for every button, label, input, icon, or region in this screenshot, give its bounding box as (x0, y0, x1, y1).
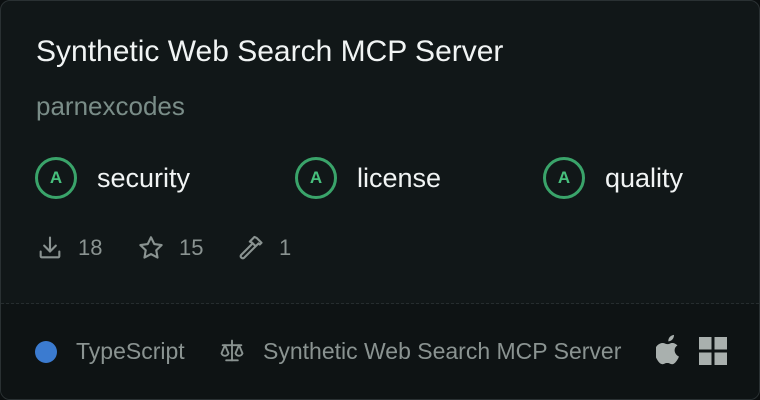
license-badge[interactable]: A license (295, 157, 441, 199)
server-card[interactable]: Synthetic Web Search MCP Server parnexco… (0, 0, 760, 400)
license-name: Synthetic Web Search MCP Server (263, 338, 622, 364)
server-author[interactable]: parnexcodes (36, 91, 185, 122)
windows-icon (699, 337, 727, 365)
scale-icon (220, 339, 244, 362)
downloads-count: 18 (78, 235, 103, 260)
security-badge[interactable]: A security (35, 157, 190, 199)
security-grade: A (35, 157, 77, 199)
star-icon (139, 236, 163, 259)
quality-badge[interactable]: A quality (543, 157, 683, 199)
license-grade: A (295, 157, 337, 199)
download-icon (39, 236, 61, 259)
security-label: security (97, 162, 191, 193)
quality-grade: A (543, 157, 585, 199)
tools-count: 1 (279, 235, 292, 260)
language-color-dot (35, 341, 57, 363)
downloads-stat: 18 (36, 234, 102, 262)
stars-count: 15 (179, 235, 204, 260)
server-title[interactable]: Synthetic Web Search MCP Server (36, 35, 503, 69)
hammer-icon (239, 235, 263, 260)
language-label: TypeScript (76, 338, 185, 364)
quality-label: quality (605, 162, 684, 193)
license-label: license (357, 162, 442, 193)
tools-stat: 1 (237, 234, 291, 262)
stars-stat: 15 (137, 234, 203, 262)
apple-icon (656, 334, 679, 365)
